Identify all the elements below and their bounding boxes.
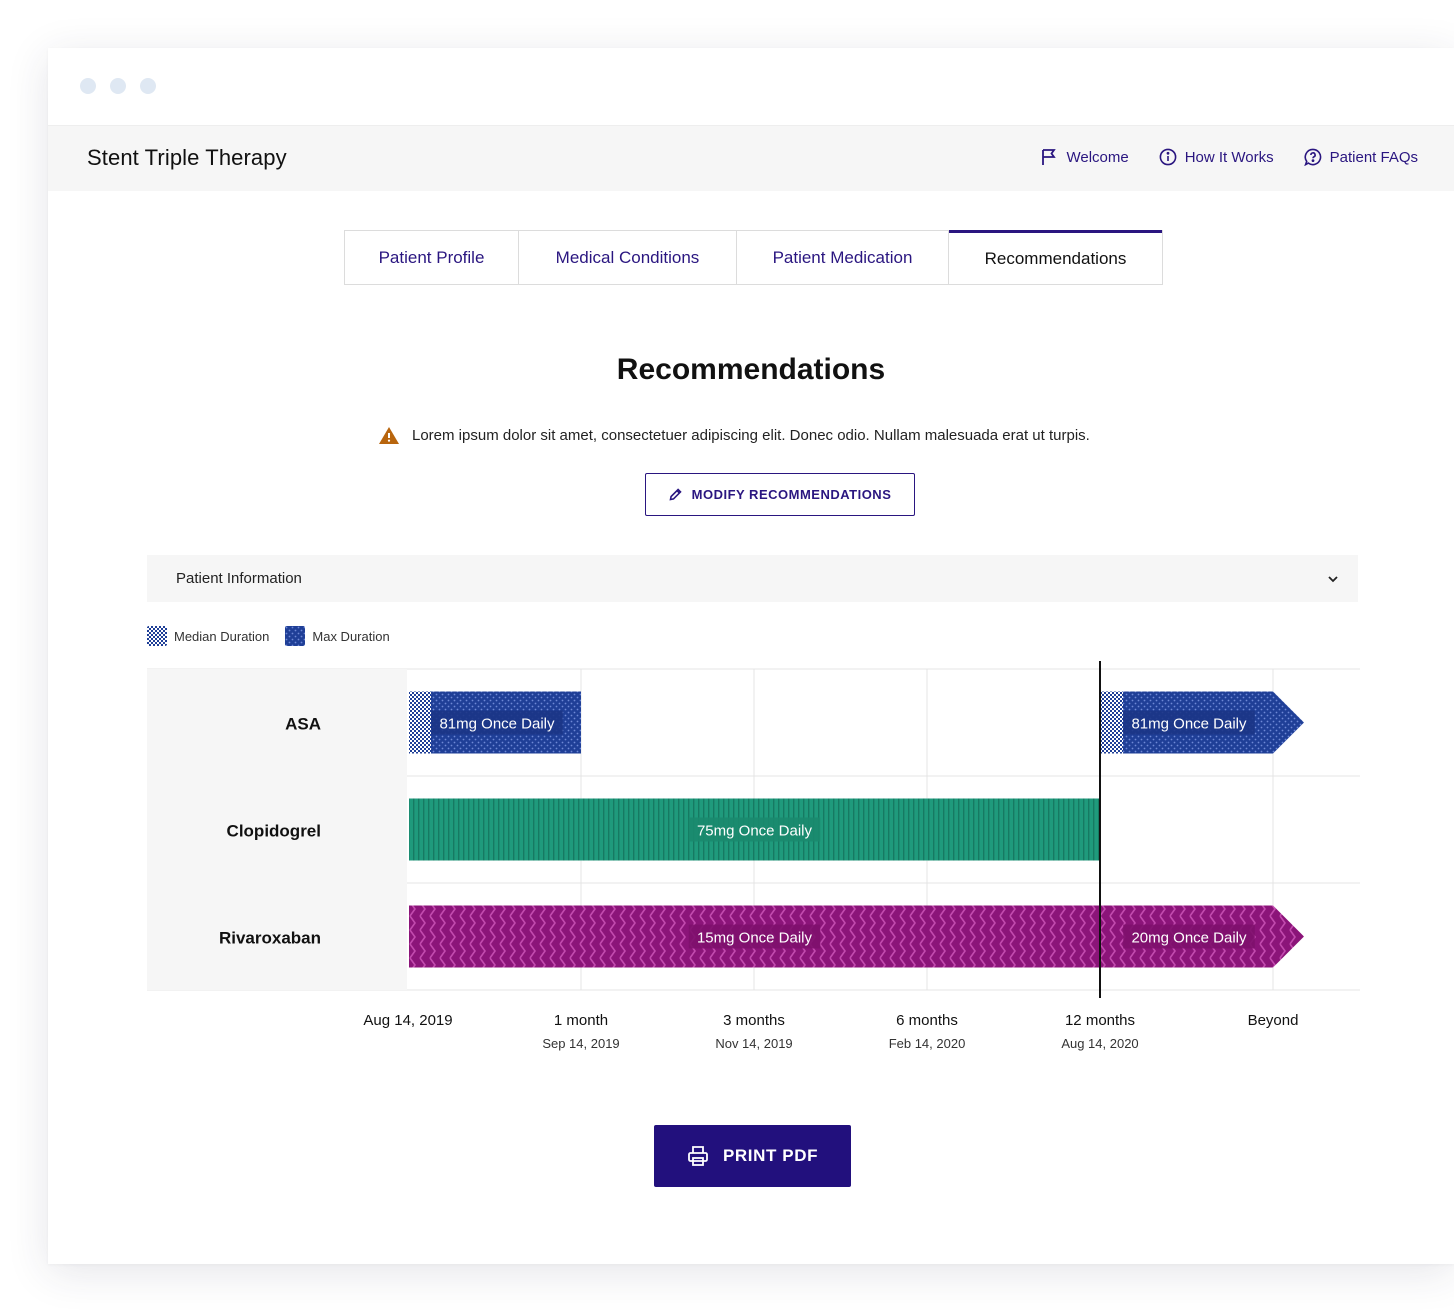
drug-name-label: Rivaroxaban (219, 929, 321, 948)
modify-recommendations-label: MODIFY RECOMMENDATIONS (691, 487, 892, 502)
axis-tick-label: 3 months (723, 1012, 785, 1029)
patient-information-accordion[interactable]: Patient Information (147, 555, 1358, 602)
chart-legend: Median Duration Max Duration (147, 626, 390, 646)
drug-name-label: ASA (285, 715, 321, 734)
tab-patient-profile[interactable]: Patient Profile (345, 230, 519, 285)
nav-patient-faqs-label: Patient FAQs (1329, 148, 1418, 166)
bar-label: 81mg Once Daily (1131, 716, 1247, 733)
axis-tick-label: Aug 14, 2019 (363, 1012, 452, 1029)
print-pdf-label: PRINT PDF (722, 1146, 819, 1165)
axis-tick-label: Beyond (1248, 1012, 1299, 1029)
modify-recommendations-button[interactable]: MODIFY RECOMMENDATIONS (645, 473, 915, 516)
flag-icon (1042, 149, 1057, 165)
accordion-label: Patient Information (176, 570, 302, 587)
app-title: Stent Triple Therapy (87, 145, 287, 170)
axis-tick-label: 1 month (554, 1012, 608, 1029)
median-duration-segment (409, 691, 431, 754)
medication-bar[interactable]: 20mg Once Daily (1101, 905, 1304, 968)
warning-icon (379, 427, 399, 444)
legend-median-label: Median Duration (174, 628, 270, 644)
warning-text: Lorem ipsum dolor sit amet, consectetuer… (412, 427, 1090, 444)
top-nav: Welcome How It Works Patient FAQs (1040, 148, 1418, 166)
chevron-down-icon (1328, 575, 1338, 582)
axis-tick-date: Feb 14, 2020 (889, 1036, 966, 1051)
legend-max-label: Max Duration (312, 628, 390, 644)
median-duration-segment (1101, 691, 1123, 754)
tab-recommendations[interactable]: Recommendations (949, 230, 1162, 285)
nav-welcome[interactable]: Welcome (1040, 148, 1129, 166)
bar-label: 15mg Once Daily (697, 930, 813, 947)
bar-label: 81mg Once Daily (439, 716, 555, 733)
bar-label: 75mg Once Daily (697, 823, 813, 840)
tab-patient-medication[interactable]: Patient Medication (737, 230, 949, 285)
tab-bar: Patient Profile Medical Conditions Patie… (344, 230, 1163, 285)
tab-medical-conditions[interactable]: Medical Conditions (519, 230, 737, 285)
nav-how-it-works-label: How It Works (1184, 148, 1274, 166)
window-controls (80, 78, 156, 94)
window-dot-minimize[interactable] (110, 78, 126, 94)
print-pdf-button[interactable]: PRINT PDF (654, 1125, 851, 1187)
axis-tick-date: Aug 14, 2020 (1061, 1036, 1138, 1051)
app-header: Stent Triple Therapy Welcome How It Work… (48, 125, 1454, 191)
axis-tick-label: 6 months (896, 1012, 958, 1029)
app-window: Stent Triple Therapy Welcome How It Work… (48, 48, 1454, 1264)
axis-tick-date: Sep 14, 2019 (542, 1036, 619, 1051)
medication-bar[interactable]: 15mg Once Daily (409, 905, 1100, 968)
question-icon (1303, 148, 1321, 166)
page-title: Recommendations (616, 353, 886, 386)
legend-median: Median Duration (147, 626, 269, 646)
axis-tick-label: 12 months (1065, 1012, 1135, 1029)
row-label-cell (147, 669, 407, 776)
nav-patient-faqs[interactable]: Patient FAQs (1303, 148, 1418, 166)
axis-tick-date: Nov 14, 2019 (715, 1036, 792, 1051)
info-icon (1159, 148, 1177, 166)
printer-icon (688, 1146, 708, 1166)
median-duration-swatch (147, 626, 167, 646)
bar-label: 20mg Once Daily (1131, 930, 1247, 947)
nav-how-it-works[interactable]: How It Works (1159, 148, 1274, 166)
nav-welcome-label: Welcome (1066, 148, 1129, 166)
medication-bar[interactable]: 81mg Once Daily (1101, 691, 1304, 754)
window-dot-maximize[interactable] (140, 78, 156, 94)
window-dot-close[interactable] (80, 78, 96, 94)
legend-max: Max Duration (285, 626, 390, 646)
warning-message: Lorem ipsum dolor sit amet, consectetuer… (378, 426, 1090, 445)
medication-bar[interactable]: 75mg Once Daily (409, 798, 1100, 861)
max-duration-swatch (285, 626, 306, 646)
drug-name-label: Clopidogrel (227, 822, 321, 841)
pencil-icon (669, 488, 682, 501)
medication-bar[interactable]: 81mg Once Daily (409, 691, 581, 754)
